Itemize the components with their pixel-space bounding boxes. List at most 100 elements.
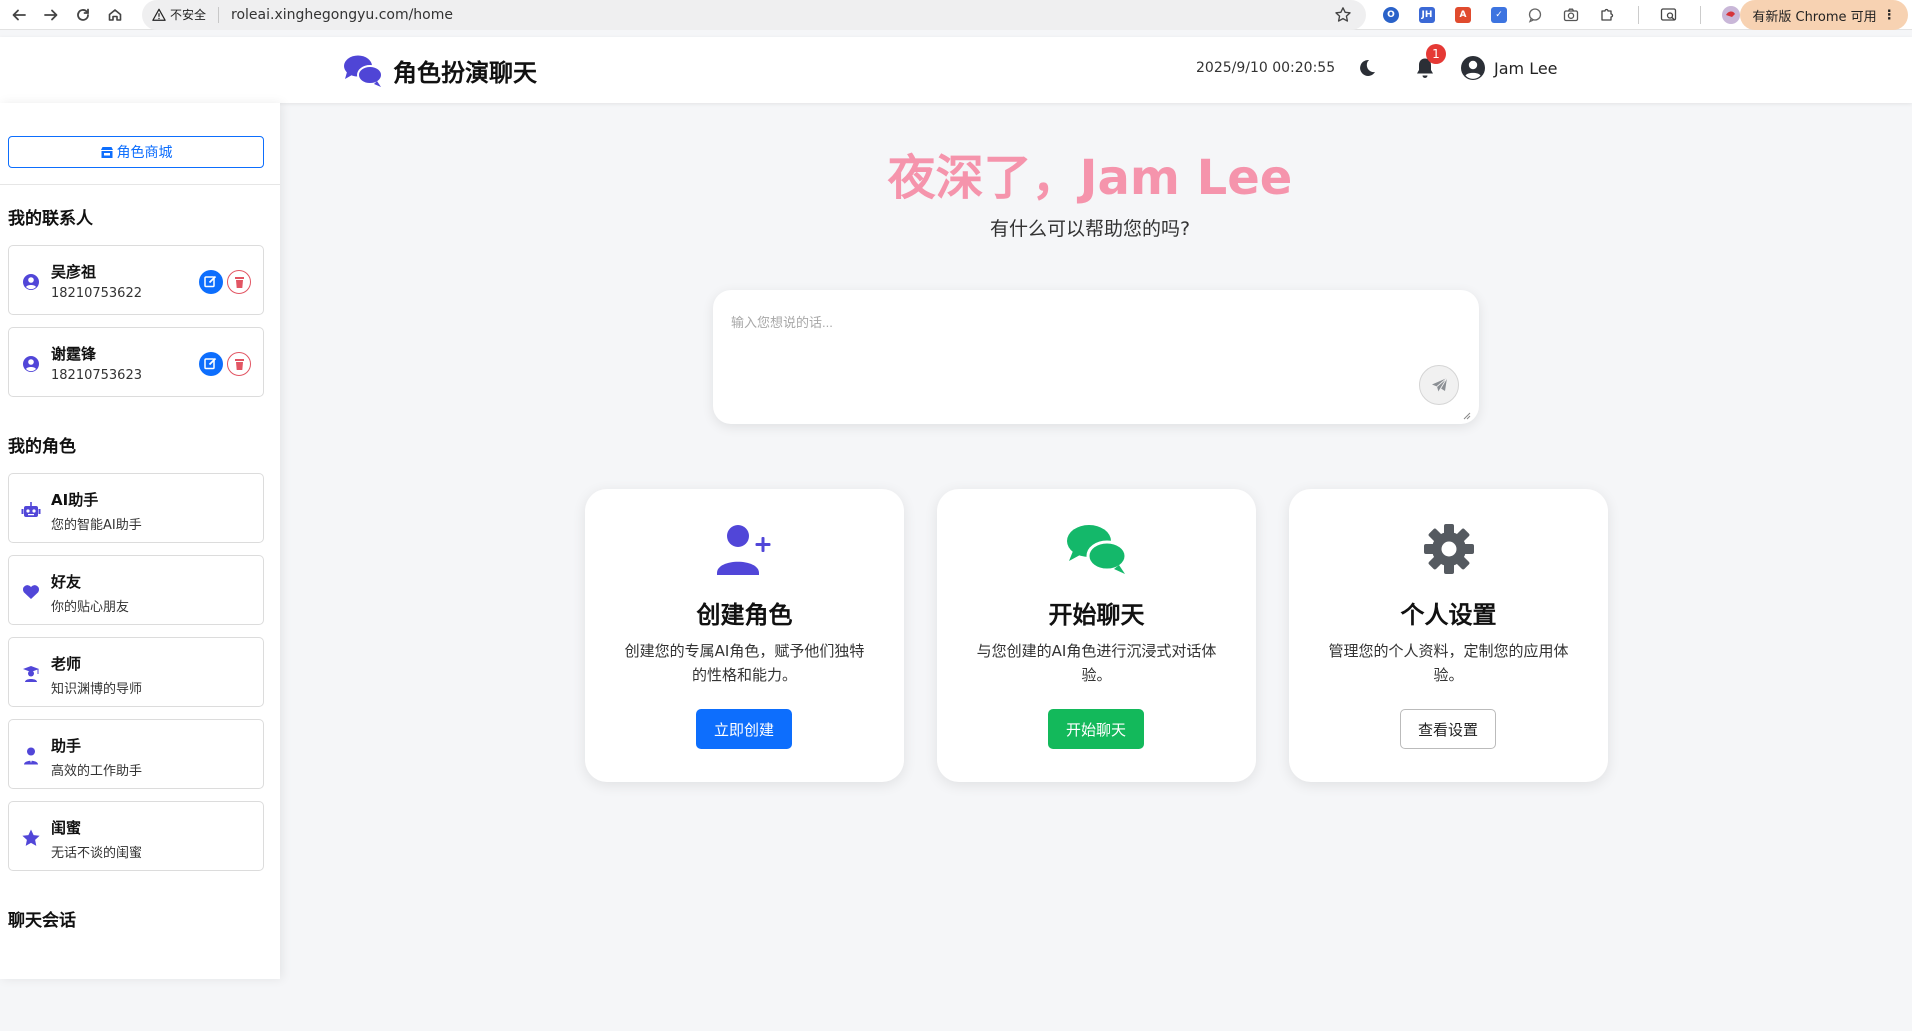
divider [218,6,220,23]
feature-title: 个人设置 [1400,601,1497,629]
more-menu-icon[interactable]: ⋮ [1883,8,1896,23]
security-label: 不安全 [170,8,207,22]
moon-icon[interactable] [1356,57,1378,79]
contacts-heading: 我的联系人 [8,209,93,229]
camera-extension-icon[interactable] [1556,0,1586,30]
role-item-friend[interactable]: 好友 你的贴心朋友 [8,555,264,625]
role-name: 助手 [51,737,82,755]
store-icon [100,146,113,158]
user-circle-icon [23,356,39,372]
contact-item[interactable]: 吴彦祖 18210753622 [8,245,264,315]
chrome-update-button[interactable]: 有新版 Chrome 可用 ⋮ [1740,0,1908,30]
role-name: 老师 [51,655,82,673]
feature-title: 创建角色 [696,601,793,629]
delete-contact-button[interactable] [227,352,251,376]
ext-blue-circle-icon[interactable]: O [1376,0,1406,30]
role-name: AI助手 [51,491,99,509]
contact-name: 谢霆锋 [51,345,97,363]
role-store-label: 角色商城 [116,145,173,161]
feature-card-start-chat: 开始聊天 与您创建的AI角色进行沉浸式对话体验。 开始聊天 [937,489,1256,782]
contact-item[interactable]: 谢霆锋 18210753623 [8,327,264,397]
security-indicator[interactable]: 不安全 [152,6,206,23]
reload-icon[interactable] [70,2,96,28]
chat-extension-icon[interactable] [1520,0,1550,30]
send-button[interactable] [1419,365,1459,405]
ext-red-a-icon[interactable]: A [1448,0,1478,30]
role-desc: 高效的工作助手 [51,764,143,779]
robot-icon [21,502,41,517]
heart-icon [22,585,40,599]
extensions-row: O JH A ✓ [1376,0,1746,30]
user-name: Jam Lee [1494,58,1558,78]
feature-desc: 管理您的个人资料，定制您的应用体验。 [1328,642,1569,684]
notification-badge: 1 [1426,44,1446,64]
edit-icon [204,275,217,288]
role-desc: 知识渊博的导师 [51,682,143,697]
user-tie-icon [24,747,38,765]
feature-desc: 创建您的专属AI角色，赋予他们独特的性格和能力。 [624,642,865,684]
puzzle-extensions-icon[interactable] [1592,0,1622,30]
start-chat-button[interactable]: 开始聊天 [1048,709,1144,749]
tab-search-icon[interactable] [1654,0,1684,30]
app-title: 角色扮演聊天 [393,59,537,87]
gear-icon [1424,524,1474,574]
feature-desc: 与您创建的AI角色进行沉浸式对话体验。 [976,642,1217,684]
bookmark-star-icon[interactable] [1334,6,1352,24]
brand[interactable]: 角色扮演聊天 [343,53,537,88]
trash-icon [234,358,244,370]
create-now-button[interactable]: 立即创建 [696,709,792,749]
role-store-button[interactable]: 角色商城 [8,136,264,168]
role-item-ai-assistant[interactable]: AI助手 您的智能AI助手 [8,473,264,543]
trash-icon [234,276,244,288]
contact-name: 吴彦祖 [51,263,97,281]
role-name: 好友 [51,573,82,591]
greeting-subtitle: 有什么可以帮助您的吗? [989,218,1191,240]
role-name: 闺蜜 [51,819,82,837]
contact-phone: 18210753623 [51,368,142,383]
chat-bubbles-icon [1067,525,1128,574]
paper-plane-icon [1432,377,1448,393]
edit-contact-button[interactable] [199,352,223,376]
back-icon[interactable] [6,2,32,28]
greeting-title: 夜深了，Jam Lee [887,150,1293,206]
role-item-teacher[interactable]: 老师 知识渊博的导师 [8,637,264,707]
role-item-bestie[interactable]: 闺蜜 无话不谈的闺蜜 [8,801,264,871]
clock-datetime: 2025/9/10 00:20:55 [1196,60,1336,76]
url-text[interactable]: roleai.xinghegongyu.com/home [231,7,453,23]
contact-phone: 18210753622 [51,286,142,301]
toolbar-divider [1628,0,1648,30]
user-menu[interactable]: Jam Lee [1460,55,1558,81]
role-desc: 你的贴心朋友 [51,600,130,615]
teacher-icon [23,666,39,682]
role-desc: 无话不谈的闺蜜 [51,846,143,861]
forward-icon[interactable] [38,2,64,28]
address-bar[interactable]: 不安全 roleai.xinghegongyu.com/home [142,0,1366,30]
header-actions: 2025/9/10 00:20:55 1 Jam Lee [1196,44,1558,81]
delete-contact-button[interactable] [227,270,251,294]
sidebar: 角色商城 我的联系人 吴彦祖 18210753622 谢霆锋 182107536… [0,103,280,979]
feature-card-create-role: 创建角色 创建您的专属AI角色，赋予他们独特的性格和能力。 立即创建 [585,489,904,782]
chat-logo-icon [344,55,383,87]
message-input[interactable] [731,312,1371,392]
edit-icon [204,357,217,370]
feature-title: 开始聊天 [1048,601,1145,629]
feature-card-settings: 个人设置 管理您的个人资料，定制您的应用体验。 查看设置 [1289,489,1608,782]
update-label: 有新版 Chrome 可用 [1752,9,1877,25]
resize-handle-icon[interactable] [1461,410,1471,420]
toolbar-divider [1690,0,1710,30]
notifications-button[interactable]: 1 [1414,44,1446,80]
user-circle-icon [1461,56,1485,80]
user-circle-icon [23,274,39,290]
role-item-assistant[interactable]: 助手 高效的工作助手 [8,719,264,789]
sidebar-divider [0,184,280,185]
user-plus-icon [717,525,771,575]
message-composer [713,290,1479,424]
ext-check-icon[interactable]: ✓ [1484,0,1514,30]
ext-jh-icon[interactable]: JH [1412,0,1442,30]
role-desc: 您的智能AI助手 [51,518,142,533]
sessions-heading: 聊天会话 [8,911,76,931]
edit-contact-button[interactable] [199,270,223,294]
view-settings-button[interactable]: 查看设置 [1400,709,1496,749]
home-icon[interactable] [102,2,128,28]
browser-toolbar: 不安全 roleai.xinghegongyu.com/home O JH A … [0,0,1912,30]
